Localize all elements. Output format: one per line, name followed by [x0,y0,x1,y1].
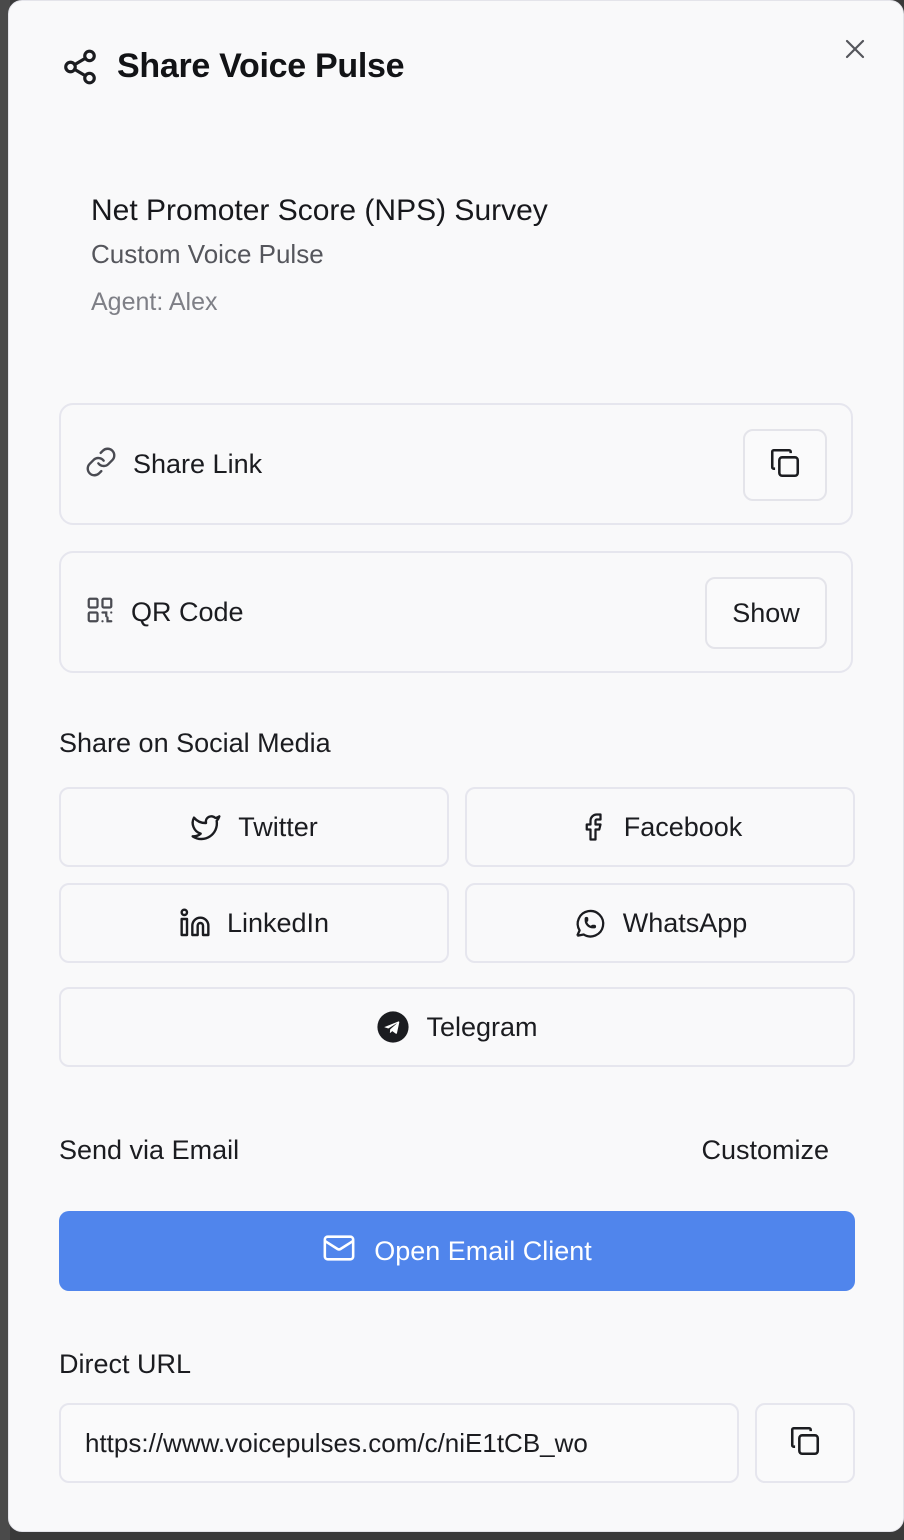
survey-title: Net Promoter Score (NPS) Survey [91,194,548,227]
qr-code-label: QR Code [131,596,244,627]
open-email-client-button[interactable]: Open Email Client [59,1211,855,1291]
telegram-button[interactable]: Telegram [59,987,855,1067]
twitter-label: Twitter [238,811,318,842]
social-heading: Share on Social Media [59,728,331,758]
linkedin-button[interactable]: LinkedIn [59,883,449,963]
dialog-title: Share Voice Pulse [117,47,405,85]
show-qr-button[interactable]: Show [705,577,827,649]
share-link-label: Share Link [133,448,263,479]
copy-icon [768,446,802,485]
survey-info: Net Promoter Score (NPS) Survey Custom V… [91,191,548,319]
share-link-card: Share Link [59,403,853,525]
close-icon [843,37,867,66]
share-icon [61,48,99,86]
linkedin-label: LinkedIn [226,907,330,938]
whatsapp-icon [573,906,607,940]
customize-email-link[interactable]: Customize [701,1135,829,1166]
copy-url-button[interactable] [755,1403,855,1483]
share-dialog: Share Voice Pulse Net Promoter Score (NP… [8,0,904,1532]
qr-code-icon [85,595,115,630]
linkedin-icon [179,907,211,939]
dialog-header: Share Voice Pulse [61,47,404,86]
copy-icon [788,1424,822,1463]
whatsapp-button[interactable]: WhatsApp [465,883,855,963]
facebook-button[interactable]: Facebook [465,787,855,867]
email-heading: Send via Email [59,1135,240,1165]
whatsapp-label: WhatsApp [622,907,748,938]
mail-icon [322,1231,356,1272]
twitter-icon [190,811,222,843]
facebook-icon [578,812,608,842]
facebook-label: Facebook [623,811,743,842]
copy-link-button[interactable] [743,429,827,501]
survey-agent: Agent: Alex [91,288,218,316]
twitter-button[interactable]: Twitter [59,787,449,867]
telegram-label: Telegram [426,1011,538,1042]
close-button[interactable] [841,37,869,65]
direct-url-field[interactable]: https://www.voicepulses.com/c/niE1tCB_wo [59,1403,739,1483]
survey-subtitle: Custom Voice Pulse [91,239,324,269]
qr-code-card: QR Code Show [59,551,853,673]
telegram-icon [376,1010,410,1044]
link-icon [85,446,117,483]
open-email-client-label: Open Email Client [374,1235,592,1266]
direct-url-heading: Direct URL [59,1349,192,1379]
